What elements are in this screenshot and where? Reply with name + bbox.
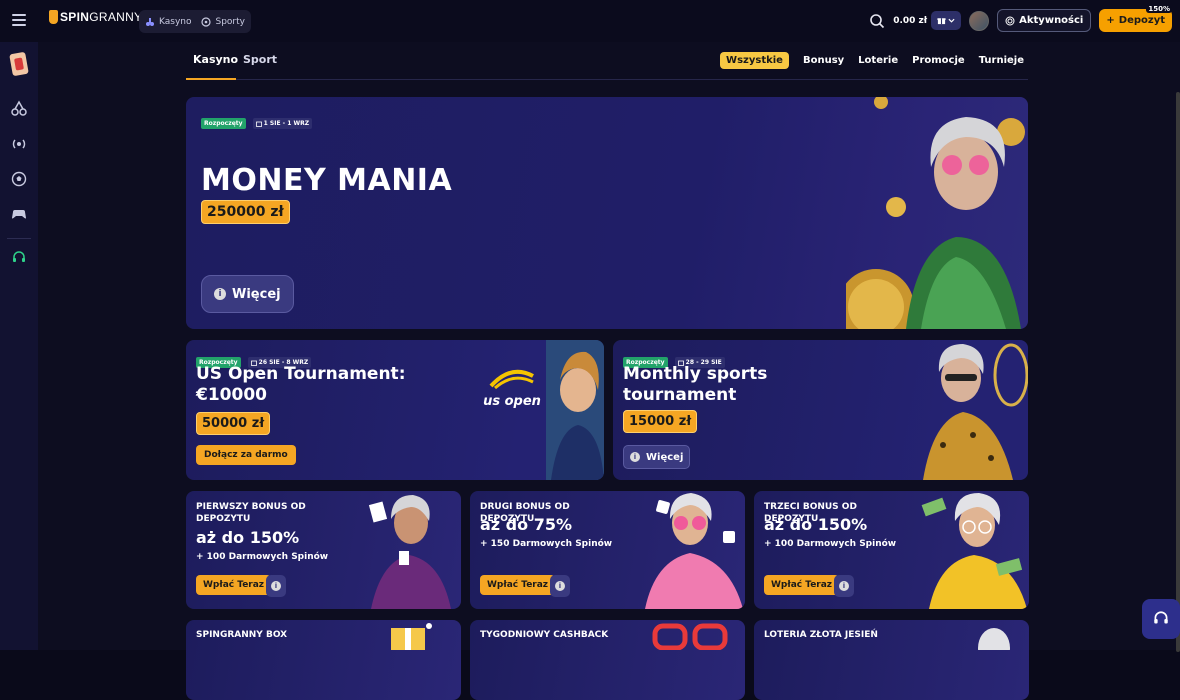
bonus-amount: aż do 150%	[196, 528, 300, 547]
hero-meta: Rozpoczęty 1 SIE - 1 WRZ	[201, 113, 313, 132]
deposit-badge: 150%	[1146, 5, 1172, 13]
pay-now-button[interactable]: Wpłać Teraz	[196, 575, 272, 595]
filter-all[interactable]: Wszystkie	[720, 52, 789, 69]
topnav-casino[interactable]: Kasyno	[145, 17, 191, 27]
promo-head: TYGODNIOWY CASHBACK	[480, 630, 609, 640]
menu-icon[interactable]	[12, 14, 26, 26]
info-icon: i	[630, 452, 640, 462]
headset-icon	[1154, 611, 1168, 624]
gamepad-icon[interactable]	[11, 206, 27, 222]
promo-card-box[interactable]: SPINGRANNY BOX	[186, 620, 461, 700]
avatar[interactable]	[969, 10, 990, 31]
info-icon: i	[555, 581, 565, 591]
balance-amount: 0.00 zł	[893, 15, 928, 26]
bonus-info-button[interactable]: i	[834, 575, 854, 597]
balance[interactable]: 0.00 zł	[893, 11, 962, 30]
gift-box-illustration	[391, 623, 432, 650]
tournament-title: US Open Tournament: €10000	[196, 364, 406, 405]
top-bar: SPIN GRANNY Kasyno Sporty 0.00 zł Aktywno…	[0, 0, 1180, 42]
logo-mark-icon	[49, 10, 58, 24]
bonus-info-button[interactable]: i	[550, 575, 570, 597]
tournament-card-monthly-sports[interactable]: Rozpoczęty 28 - 29 SIE Monthly sports to…	[613, 340, 1028, 480]
filter-tournaments[interactable]: Turnieje	[979, 55, 1024, 66]
topnav-sports[interactable]: Sporty	[201, 17, 245, 27]
granny-tennis-illustration	[923, 343, 1028, 480]
activity-icon	[1005, 16, 1015, 25]
bonus-head: PIERWSZY BONUS OD DEPOZYTU	[196, 502, 306, 524]
filter-bonuses[interactable]: Bonusy	[803, 55, 844, 66]
tab-casino[interactable]: Kasyno	[193, 53, 238, 66]
promo-card-icon[interactable]	[9, 52, 29, 76]
search-icon[interactable]	[869, 13, 885, 29]
tabs-row: Kasyno Sport Wszystkie Bonusy Loterie Pr…	[186, 42, 1028, 80]
plus-icon: +	[1106, 15, 1115, 26]
filter-promotions[interactable]: Promocje	[912, 55, 965, 66]
granny-cards-illustration	[368, 495, 451, 609]
sidebar	[0, 42, 38, 650]
bonus-amount: aż do 150%	[764, 515, 868, 534]
tennis-player-illustration	[546, 340, 604, 480]
bonus-spins: + 150 Darmowych Spinów	[480, 539, 613, 549]
hero-more-button[interactable]: i Więcej	[201, 275, 294, 313]
bonus-spins: + 100 Darmowych Spinów	[764, 539, 897, 549]
bonus-spins: + 100 Darmowych Spinów	[196, 552, 329, 562]
promo-head: SPINGRANNY BOX	[196, 630, 288, 640]
promo-card-cashback[interactable]: TYGODNIOWY CASHBACK	[470, 620, 745, 700]
promo-head: LOTERIA ZŁOTA JESIEŃ	[764, 630, 878, 640]
promo-card-lottery[interactable]: LOTERIA ZŁOTA JESIEŃ	[754, 620, 1029, 700]
granny-lottery-illustration	[978, 628, 1010, 650]
bonus-card-first[interactable]: PIERWSZY BONUS OD DEPOZYTU aż do 150% + …	[186, 491, 461, 609]
granny-dice-illustration	[645, 493, 743, 609]
info-icon: i	[839, 581, 849, 591]
filter-lotteries[interactable]: Loterie	[858, 55, 898, 66]
bonus-amount: aż do 75%	[480, 515, 572, 534]
pay-now-button[interactable]: Wpłać Teraz	[480, 575, 556, 595]
filter-chips: Wszystkie Bonusy Loterie Promocje Turnie…	[720, 52, 1024, 69]
tab-sport[interactable]: Sport	[243, 53, 277, 66]
football-icon[interactable]	[11, 171, 27, 187]
hero-title: MONEY MANIA	[201, 163, 453, 198]
info-icon: i	[271, 581, 281, 591]
us-open-logo-icon	[489, 369, 534, 390]
bonus-info-button[interactable]: i	[266, 575, 286, 597]
live-icon[interactable]	[11, 136, 27, 152]
casino-icon	[146, 17, 154, 26]
live-support-button[interactable]	[1142, 599, 1180, 639]
tournament-more-button[interactable]: i Więcej	[623, 445, 691, 469]
logo[interactable]: SPIN GRANNY	[49, 10, 142, 24]
granny-money-illustration	[921, 493, 1027, 609]
gift-icon	[937, 18, 946, 25]
top-nav: Kasyno Sporty	[139, 10, 251, 33]
us-open-logo: us open	[482, 368, 542, 409]
chevron-down-icon	[948, 18, 955, 23]
tournament-prize: 15000 zł	[623, 410, 698, 433]
bonus-card-third[interactable]: TRZECI BONUS OD DEPOZYTU aż do 150% + 10…	[754, 491, 1029, 609]
tournament-card-us-open[interactable]: Rozpoczęty 26 SIE - 8 WRZ US Open Tourna…	[186, 340, 604, 480]
bonus-card-second[interactable]: DRUGI BONUS OD DEPOZYTU aż do 75% + 150 …	[470, 491, 745, 609]
status-badge: Rozpoczęty	[201, 118, 246, 129]
active-tab-indicator	[186, 78, 236, 80]
activity-button[interactable]: Aktywności	[997, 9, 1092, 32]
sidebar-divider	[7, 238, 31, 239]
casino-icon[interactable]	[11, 100, 27, 116]
tournament-prize: 50000 zł	[196, 412, 271, 435]
sports-icon	[201, 16, 212, 27]
topbar-actions: 0.00 zł Aktywności + Depozyt 150%	[869, 5, 1172, 32]
granny-illustration	[846, 97, 1025, 329]
tournament-title: Monthly sports tournament	[623, 364, 768, 405]
gift-dropdown[interactable]	[931, 11, 962, 30]
hero-card[interactable]: Rozpoczęty 1 SIE - 1 WRZ MONEY MANIA 250…	[186, 97, 1028, 329]
calendar-icon	[255, 121, 262, 127]
hero-prize: 250000 zł	[201, 200, 290, 224]
scrollbar[interactable]	[1176, 92, 1180, 652]
info-icon: i	[214, 288, 226, 300]
support-icon[interactable]	[11, 250, 27, 266]
date-range: 1 SIE - 1 WRZ	[252, 118, 313, 129]
deposit-button[interactable]: + Depozyt 150%	[1099, 5, 1172, 32]
sunglasses-illustration	[652, 623, 728, 650]
main-content: Kasyno Sport Wszystkie Bonusy Loterie Pr…	[38, 42, 1180, 700]
pay-now-button[interactable]: Wpłać Teraz	[764, 575, 840, 595]
join-free-button[interactable]: Dołącz za darmo	[196, 445, 296, 465]
